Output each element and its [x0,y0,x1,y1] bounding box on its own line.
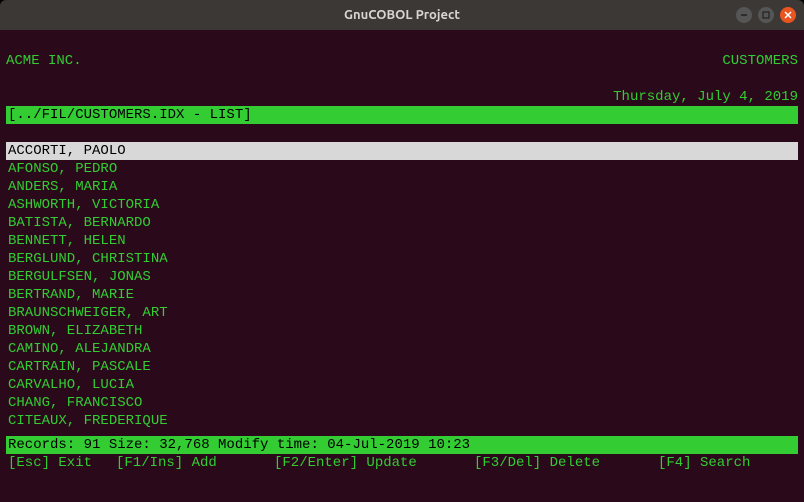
list-item[interactable]: BROWN, ELIZABETH [6,322,798,340]
list-item[interactable]: BATISTA, BERNARDO [6,214,798,232]
date-row: Thursday, July 4, 2019 [6,88,798,106]
list-item[interactable]: CITEAUX, FREDERIQUE [6,412,798,430]
list-item[interactable]: CHANG, FRANCISCO [6,394,798,412]
list-item[interactable]: BERGULFSEN, JONAS [6,268,798,286]
blank-row [6,34,798,52]
file-path-label: [../FIL/CUSTOMERS.IDX - LIST] [8,106,252,124]
list-item[interactable]: CARVALHO, LUCIA [6,376,798,394]
fn-f2-update[interactable]: [F2/Enter] Update [274,454,474,472]
window-title: GnuCOBOL Project [344,8,460,22]
window-controls [736,7,796,23]
fn-f4-search[interactable]: [F4] Search [658,454,792,472]
list-item[interactable]: ACCORTI, PAOLO [6,142,798,160]
fn-f3-delete[interactable]: [F3/Del] Delete [474,454,658,472]
maximize-button[interactable] [758,7,774,23]
status-bar: Records: 91 Size: 32,768 Modify time: 04… [6,436,798,454]
minimize-button[interactable] [736,7,752,23]
fn-f1-add[interactable]: [F1/Ins] Add [116,454,274,472]
fn-esc-exit[interactable]: [Esc] Exit [8,454,116,472]
path-row: [../FIL/CUSTOMERS.IDX - LIST] [6,106,798,124]
list-item[interactable]: BENNETT, HELEN [6,232,798,250]
status-text: Records: 91 Size: 32,768 Modify time: 04… [8,437,470,453]
customer-list[interactable]: ACCORTI, PAOLOAFONSO, PEDROANDERS, MARIA… [6,142,798,430]
terminal-area: ACME INC. CUSTOMERS Thursday, July 4, 20… [0,30,804,502]
list-item[interactable]: CARTRAIN, PASCALE [6,358,798,376]
list-item[interactable]: BERTRAND, MARIE [6,286,798,304]
list-item[interactable]: CAMINO, ALEJANDRA [6,340,798,358]
list-item[interactable]: BRAUNSCHWEIGER, ART [6,304,798,322]
screen-name: CUSTOMERS [722,52,798,70]
function-key-bar: [Esc] Exit [F1/Ins] Add [F2/Enter] Updat… [6,454,798,472]
list-item[interactable]: AFONSO, PEDRO [6,160,798,178]
company-name: ACME INC. [6,52,82,70]
header-row: ACME INC. CUSTOMERS [6,52,798,70]
list-item[interactable]: BERGLUND, CHRISTINA [6,250,798,268]
list-item[interactable]: ASHWORTH, VICTORIA [6,196,798,214]
current-date: Thursday, July 4, 2019 [613,88,798,106]
window-titlebar: GnuCOBOL Project [0,0,804,30]
close-button[interactable] [780,7,796,23]
list-item[interactable]: ANDERS, MARIA [6,178,798,196]
